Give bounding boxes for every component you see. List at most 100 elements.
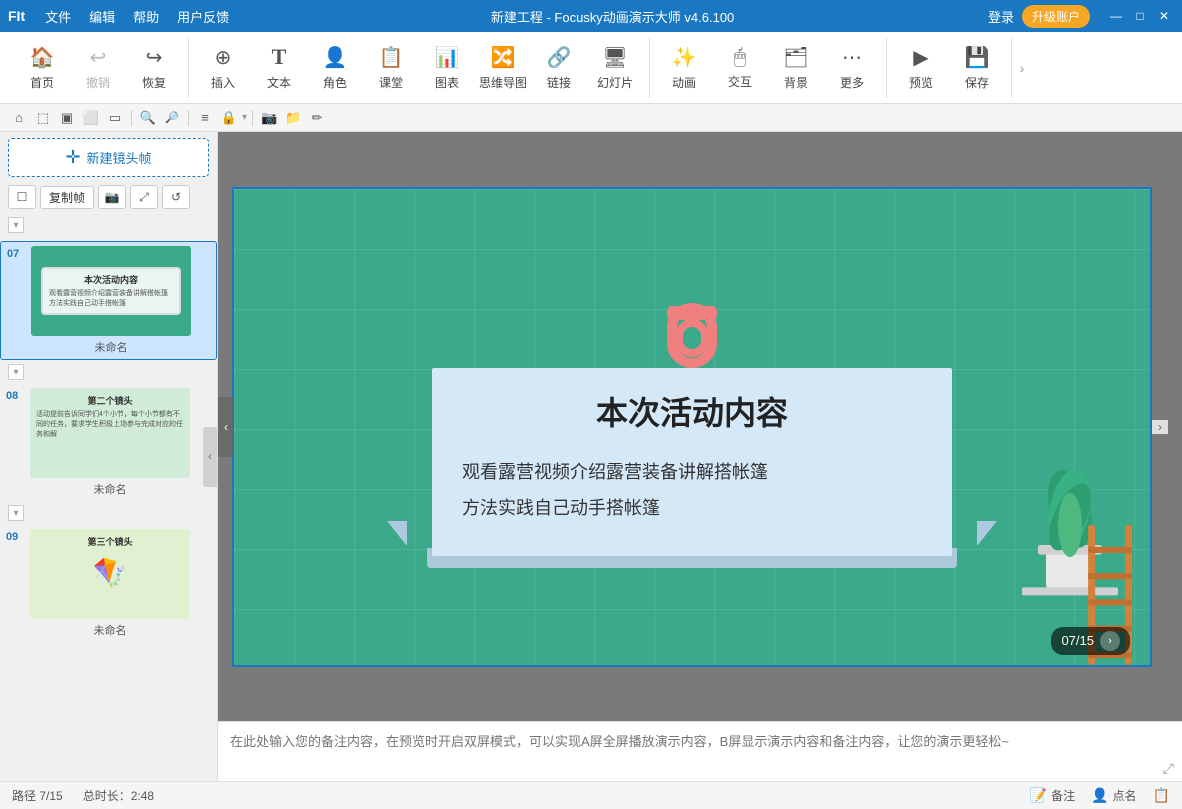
home-button[interactable]: 🏠 首页: [16, 40, 68, 96]
zoom-in-button[interactable]: 🔍: [137, 107, 159, 129]
expand-icon-2[interactable]: ▾: [8, 364, 24, 380]
frame-actions: ☐ 复制帧 📷 ⤢ ↺: [0, 183, 217, 213]
slide-main[interactable]: 本次活动内容 观看露营视频介绍露营装备讲解搭帐篷 方法实践自己动手搭帐篷: [232, 187, 1152, 667]
expand-icon-3[interactable]: ▾: [8, 505, 24, 521]
link-button[interactable]: 🔗 链接: [533, 40, 585, 96]
more-button[interactable]: ⋯ 更多: [826, 40, 878, 96]
text-button[interactable]: T 文本: [253, 40, 305, 96]
mindmap-button[interactable]: 🔀 思维导图: [477, 40, 529, 96]
status-bar: 路径 7/15 总时长：2:48 📝 备注 👤 点名 📋: [0, 781, 1182, 809]
left-panel-collapse[interactable]: ‹: [203, 427, 217, 487]
animation-label: 动画: [672, 74, 696, 91]
frame-icon-1[interactable]: ⬚: [32, 107, 54, 129]
menu-help[interactable]: 帮助: [125, 5, 167, 28]
undo-button[interactable]: ↩ 撤销: [72, 40, 124, 96]
slide-divider-mid: ▾: [0, 360, 217, 384]
menu-feedback[interactable]: 用户反馈: [169, 5, 237, 28]
slide-label-07: 未命名: [95, 339, 128, 355]
banner-line1: 观看露营视频介绍露营装备讲解搭帐篷: [462, 454, 922, 490]
camera-icon-btn[interactable]: 📷: [98, 185, 126, 209]
frame-icon-2[interactable]: ▣: [56, 107, 78, 129]
copy-frame-button[interactable]: 复制帧: [40, 186, 94, 209]
zoom-out-button[interactable]: 🔎: [161, 107, 183, 129]
link-icon: 🔗: [547, 45, 572, 70]
sep-1: [131, 110, 132, 126]
dotname-status-item[interactable]: 👤 点名: [1091, 787, 1136, 804]
upgrade-button[interactable]: 升级账户: [1022, 5, 1090, 28]
slide-label: 幻灯片: [597, 74, 633, 91]
clip-decoration: [402, 298, 982, 378]
redo-button[interactable]: ↪ 恢复: [128, 40, 180, 96]
slide-label-08: 未命名: [94, 481, 127, 497]
extra-status-item[interactable]: 📋: [1153, 787, 1170, 804]
resize-icon-btn[interactable]: ⤢: [130, 185, 158, 209]
slide-thumb-07: 本次活动内容 观看露营视频介绍露营装备讲解搭帐篷方法实践自己动手搭帐篷: [31, 246, 191, 336]
expand-icon[interactable]: ▾: [8, 217, 24, 233]
animation-icon: ✨: [672, 45, 697, 70]
background-button[interactable]: 🗂 背景: [770, 40, 822, 96]
new-frame-button[interactable]: ✛ 新建镜头帧: [8, 138, 209, 177]
close-button[interactable]: ✕: [1154, 6, 1174, 26]
save-label: 保存: [965, 74, 989, 91]
class-icon: 📋: [379, 45, 404, 70]
chart-label: 图表: [435, 74, 459, 91]
animation-button[interactable]: ✨ 动画: [658, 40, 710, 96]
minimize-button[interactable]: —: [1106, 6, 1126, 26]
ribbon-body: 本次活动内容 观看露营视频介绍露营装备讲解搭帐篷 方法实践自己动手搭帐篷: [432, 368, 952, 556]
more-label: 更多: [840, 74, 864, 91]
screenshot-button[interactable]: 📷: [258, 107, 280, 129]
maximize-button[interactable]: □: [1130, 6, 1150, 26]
icon-toolbar: ⌂ ⬚ ▣ ⬜ ▭ 🔍 🔎 ≡ 🔒 ▾ 📷 📁 ✏: [0, 104, 1182, 132]
lock-arrow[interactable]: ▾: [242, 112, 247, 123]
interact-icon: 🖱: [734, 46, 746, 69]
interact-button[interactable]: 🖱 交互: [714, 40, 766, 96]
align-button[interactable]: ≡: [194, 107, 216, 129]
titlebar-left: FIt 文件 编辑 帮助 用户反馈: [8, 5, 237, 28]
notes-status-icon: 📝: [1030, 787, 1047, 804]
toolbar-scroll-right[interactable]: ›: [1012, 38, 1032, 98]
undo-icon: ↩: [90, 45, 107, 70]
notes-input[interactable]: [230, 732, 1170, 772]
role-button[interactable]: 👤 角色: [309, 40, 361, 96]
menu-edit[interactable]: 编辑: [81, 5, 123, 28]
slide-button[interactable]: 🖥 幻灯片: [589, 40, 641, 96]
slide-item-07[interactable]: 07 本次活动内容 观看露营视频介绍露营装备讲解搭帐篷方法实践自己动手搭帐篷 未…: [0, 241, 217, 360]
sep-2: [188, 110, 189, 126]
edit-button[interactable]: ✏: [306, 107, 328, 129]
checkbox-icon[interactable]: ☐: [8, 185, 36, 209]
frame-icon-4[interactable]: ▭: [104, 107, 126, 129]
canvas-right-collapse[interactable]: ›: [1152, 420, 1168, 434]
canvas-left-collapse[interactable]: ‹: [218, 397, 234, 457]
thumb08-text: 活动提前告诉同学们4个小节，每个小节都有不同的任务，要求学生积极上场参与完成对应…: [36, 410, 184, 439]
insert-button[interactable]: ⊕ 插入: [197, 40, 249, 96]
folder-button[interactable]: 📁: [282, 107, 304, 129]
slide-item-08[interactable]: 08 第二个镜头 活动提前告诉同学们4个小节，每个小节都有不同的任务，要求学生积…: [0, 384, 217, 501]
window-controls: — □ ✕: [1106, 6, 1174, 26]
preview-button[interactable]: ▶ 预览: [895, 40, 947, 96]
slide-number-08: 08: [6, 390, 24, 402]
notes-expand-button[interactable]: ⤢: [1163, 760, 1174, 777]
toolbar-group-3: ✨ 动画 🖱 交互 🗂 背景 ⋯ 更多: [650, 38, 887, 98]
frame-icon-3[interactable]: ⬜: [80, 107, 102, 129]
notes-area: ⤢: [218, 721, 1182, 781]
class-button[interactable]: 📋 课堂: [365, 40, 417, 96]
slide-canvas[interactable]: ‹: [218, 132, 1182, 721]
slide-item-09[interactable]: 09 第三个镜头 🪁 未命名: [0, 525, 217, 642]
loop-icon-btn[interactable]: ↺: [162, 185, 190, 209]
link-label: 链接: [547, 74, 571, 91]
main-area: ✛ 新建镜头帧 ☐ 复制帧 📷 ⤢ ↺ ▾ 07: [0, 132, 1182, 781]
save-button[interactable]: 💾 保存: [951, 40, 1003, 96]
sep-3: [252, 110, 253, 126]
new-frame-label: 新建镜头帧: [87, 148, 152, 167]
class-label: 课堂: [379, 74, 403, 91]
interact-label: 交互: [728, 73, 752, 90]
left-panel: ✛ 新建镜头帧 ☐ 复制帧 📷 ⤢ ↺ ▾ 07: [0, 132, 218, 781]
chart-button[interactable]: 📊 图表: [421, 40, 473, 96]
nav-next-button[interactable]: ›: [1100, 631, 1120, 651]
lock-button[interactable]: 🔒: [218, 107, 240, 129]
plus-icon: ✛: [65, 147, 80, 168]
notes-status-item[interactable]: 📝 备注: [1030, 787, 1075, 804]
menu-file[interactable]: 文件: [37, 5, 79, 28]
fit-screen-button[interactable]: ⌂: [8, 107, 30, 129]
login-button[interactable]: 登录: [988, 7, 1014, 26]
